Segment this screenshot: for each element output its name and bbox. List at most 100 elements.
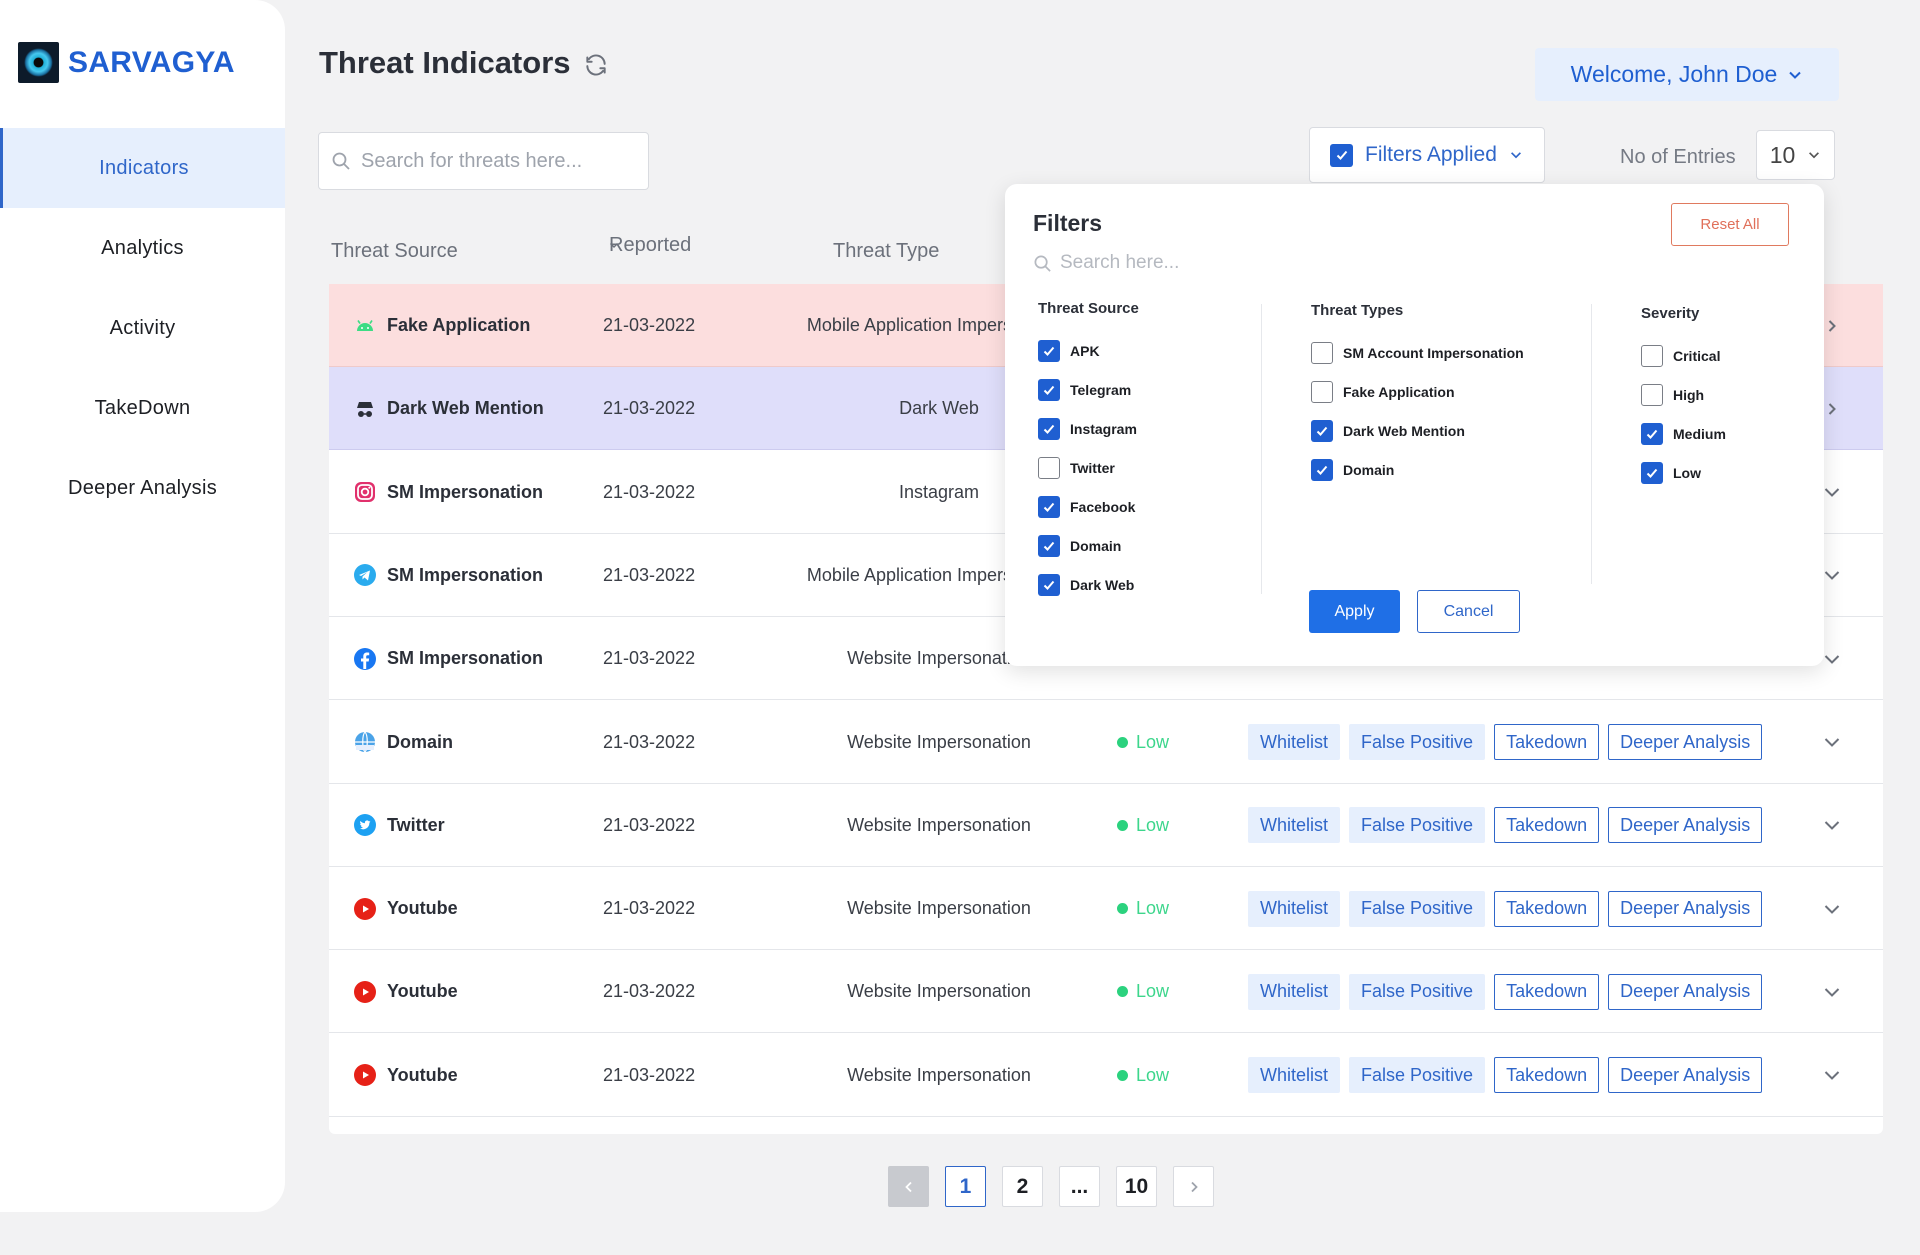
filter-option[interactable]: APK: [1038, 331, 1139, 370]
severity-badge: Low: [1117, 867, 1169, 950]
sidebar-item-activity[interactable]: Activity: [0, 288, 285, 368]
sidebar-item-indicators[interactable]: Indicators: [0, 128, 285, 208]
threat-source-label: Youtube: [387, 981, 458, 1002]
next-page-button[interactable]: [1173, 1166, 1214, 1207]
checkbox-checked-icon[interactable]: [1641, 422, 1663, 445]
column-header-threat-type[interactable]: Threat Type: [833, 240, 939, 263]
chevron-down-icon[interactable]: [1819, 867, 1845, 950]
apply-button[interactable]: Apply: [1309, 590, 1400, 633]
filter-option[interactable]: Dark Web Mention: [1311, 411, 1524, 450]
takedown-button[interactable]: Takedown: [1494, 890, 1600, 927]
search-input[interactable]: [361, 149, 631, 173]
telegram-icon: [353, 563, 377, 587]
filter-option[interactable]: Twitter: [1038, 448, 1139, 487]
column-header-threat-source[interactable]: Threat Source: [331, 240, 458, 263]
checkbox-checked-icon[interactable]: [1038, 378, 1060, 401]
reported-date: 21-03-2022: [603, 981, 696, 1002]
table-row[interactable]: Twitter 21-03-2022 Website Impersonation Lo…: [329, 784, 1883, 867]
reset-all-button[interactable]: Reset All: [1671, 203, 1789, 246]
filter-option[interactable]: Fake Application: [1311, 372, 1524, 411]
checkbox-checked-icon[interactable]: [1038, 417, 1060, 440]
sidebar-item-deeper-analysis[interactable]: Deeper Analysis: [0, 448, 285, 528]
checkbox-checked-icon[interactable]: [1038, 534, 1060, 557]
whitelist-button[interactable]: Whitelist: [1248, 1057, 1341, 1094]
checkbox-checked-icon[interactable]: [1038, 573, 1060, 596]
filter-option-label: Domain: [1343, 461, 1395, 478]
takedown-button[interactable]: Takedown: [1494, 973, 1600, 1010]
filter-option[interactable]: Dark Web: [1038, 565, 1139, 604]
table-row[interactable]: Youtube 21-03-2022 Website Impersonation Lo…: [329, 950, 1883, 1034]
filter-option-label: Domain: [1070, 537, 1122, 554]
filters-applied-button[interactable]: Filters Applied: [1309, 127, 1545, 183]
column-header-reported[interactable]: Reported: [609, 234, 691, 256]
cancel-button[interactable]: Cancel: [1417, 590, 1520, 633]
user-menu[interactable]: Welcome, John Doe: [1535, 48, 1839, 101]
whitelist-button[interactable]: Whitelist: [1248, 807, 1341, 844]
checkbox-unchecked-icon[interactable]: [1641, 383, 1663, 406]
chevron-down-icon[interactable]: [1819, 950, 1845, 1033]
page-button-1[interactable]: 1: [945, 1166, 986, 1207]
filter-option[interactable]: Domain: [1311, 450, 1524, 489]
false-positive-button[interactable]: False Positive: [1349, 807, 1486, 844]
chevron-down-icon[interactable]: [1819, 701, 1845, 784]
page-button-2[interactable]: 2: [1002, 1166, 1043, 1207]
table-row[interactable]: Youtube 21-03-2022 Website Impersonation Lo…: [329, 1034, 1883, 1117]
prev-page-button[interactable]: [888, 1166, 929, 1207]
refresh-icon[interactable]: [583, 50, 609, 76]
page-button-10[interactable]: 10: [1116, 1166, 1157, 1207]
takedown-button[interactable]: Takedown: [1494, 724, 1600, 760]
deeper-analysis-button[interactable]: Deeper Analysis: [1608, 807, 1763, 844]
takedown-button[interactable]: Takedown: [1494, 1057, 1600, 1094]
table-row[interactable]: Domain 21-03-2022 Website Impersonation Low…: [329, 701, 1883, 784]
checkbox-unchecked-icon[interactable]: [1641, 344, 1663, 367]
chevron-down-icon[interactable]: [1819, 784, 1845, 867]
filter-option[interactable]: Critical: [1641, 336, 1726, 375]
checkbox-checked-icon[interactable]: [1641, 461, 1663, 484]
checkbox-checked-icon[interactable]: [1311, 419, 1333, 442]
false-positive-button[interactable]: False Positive: [1349, 973, 1486, 1010]
checkbox-unchecked-icon[interactable]: [1038, 456, 1060, 479]
false-positive-button[interactable]: False Positive: [1349, 1057, 1486, 1094]
deeper-analysis-button[interactable]: Deeper Analysis: [1608, 890, 1763, 927]
whitelist-button[interactable]: Whitelist: [1248, 724, 1341, 760]
filter-option[interactable]: Domain: [1038, 526, 1139, 565]
filter-option-label: Critical: [1673, 347, 1721, 364]
whitelist-button[interactable]: Whitelist: [1248, 890, 1341, 927]
filter-option-label: Dark Web: [1070, 576, 1135, 593]
filter-option[interactable]: Facebook: [1038, 487, 1139, 526]
chevron-down-icon[interactable]: [1819, 1034, 1845, 1117]
table-row[interactable]: Youtube 21-03-2022 Website Impersonation Lo…: [329, 867, 1883, 951]
search-box[interactable]: [318, 132, 649, 190]
checkbox-checked-icon[interactable]: [1311, 458, 1333, 481]
checkbox-checked-icon[interactable]: [1038, 495, 1060, 518]
deeper-analysis-button[interactable]: Deeper Analysis: [1608, 973, 1763, 1010]
deeper-analysis-button[interactable]: Deeper Analysis: [1608, 724, 1763, 760]
threat-source-cell: Youtube: [353, 867, 458, 950]
takedown-button[interactable]: Takedown: [1494, 807, 1600, 844]
entries-select[interactable]: 10: [1756, 130, 1835, 180]
checkbox-checked-icon[interactable]: [1038, 339, 1060, 362]
filter-option[interactable]: Telegram: [1038, 370, 1139, 409]
whitelist-button[interactable]: Whitelist: [1248, 973, 1341, 1010]
filter-option[interactable]: Instagram: [1038, 409, 1139, 448]
threat-type: Website Impersonation: [847, 898, 1031, 919]
filter-option[interactable]: SM Account Impersonation: [1311, 333, 1524, 372]
filter-option[interactable]: Low: [1641, 453, 1726, 492]
false-positive-button[interactable]: False Positive: [1349, 890, 1486, 927]
sidebar-item-takedown[interactable]: TakeDown: [0, 368, 285, 448]
severity-label: Low: [1136, 814, 1170, 835]
deeper-analysis-button[interactable]: Deeper Analysis: [1608, 1057, 1763, 1094]
checkbox-unchecked-icon[interactable]: [1311, 341, 1333, 364]
spy-icon: [353, 397, 377, 421]
false-positive-button[interactable]: False Positive: [1349, 724, 1486, 760]
filter-option[interactable]: High: [1641, 375, 1726, 414]
filters-search[interactable]: [1033, 252, 1320, 274]
filter-option[interactable]: Medium: [1641, 414, 1726, 453]
filter-group-severity: Severity Critical High Medium Low: [1641, 305, 1726, 492]
threat-source-cell: Dark Web Mention: [353, 367, 544, 450]
threat-source-label: Dark Web Mention: [387, 398, 544, 419]
checkbox-unchecked-icon[interactable]: [1311, 380, 1333, 403]
severity-dot-icon: [1117, 1069, 1128, 1081]
filters-search-input[interactable]: [1060, 252, 1320, 274]
app-logo[interactable]: SARVAGYA: [18, 42, 235, 83]
